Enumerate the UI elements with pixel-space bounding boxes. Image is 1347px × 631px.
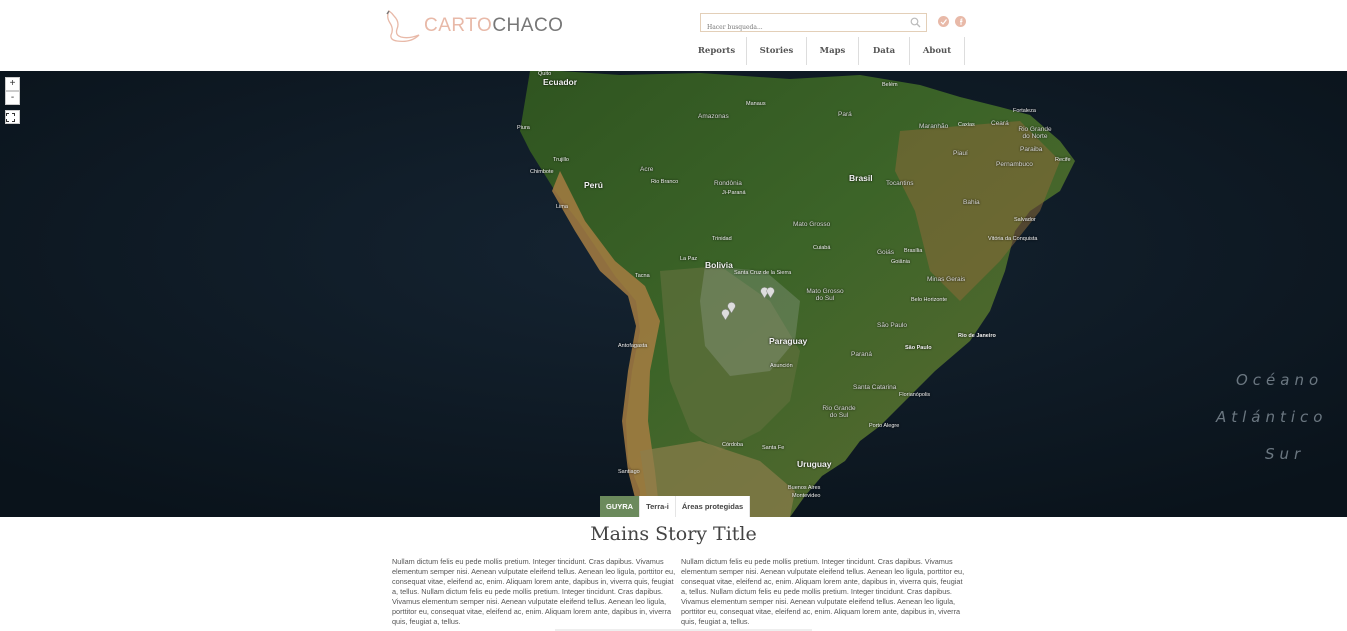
- zoom-out-button[interactable]: -: [5, 91, 20, 105]
- label-piura: Piura: [517, 125, 530, 131]
- search-input[interactable]: [701, 19, 901, 36]
- tab-terra-i[interactable]: Terra-i: [640, 496, 676, 517]
- nav-maps[interactable]: Maps: [807, 37, 859, 65]
- story-section: Mains Story Title Nullam dictum felis eu…: [0, 517, 1347, 631]
- label-pernambuco: Pernambuco: [996, 161, 1033, 168]
- label-salvador: Salvador: [1014, 217, 1036, 223]
- label-manaus: Manaus: [746, 101, 766, 107]
- label-cordoba: Córdoba: [722, 442, 744, 448]
- label-brasilia: Brasília: [904, 248, 923, 254]
- label-florianopolis: Florianópolis: [899, 392, 931, 398]
- label-fortaleza: Fortaleza: [1013, 108, 1036, 114]
- label-maranhao: Maranhão: [919, 123, 949, 130]
- search-box: [700, 13, 927, 36]
- map-marker-icon[interactable]: [721, 309, 730, 320]
- ocean-label-line2: Atlántico: [1216, 408, 1328, 426]
- ocean-label-line3: Sur: [1265, 445, 1306, 463]
- fullscreen-icon: [6, 113, 15, 122]
- label-goias: Goiás: [877, 249, 894, 256]
- facebook-icon[interactable]: [955, 16, 966, 27]
- label-chimbote: Chimbote: [530, 169, 554, 175]
- label-sao-paulo-city: São Paulo: [905, 345, 932, 351]
- label-antofagasta: Antofagasta: [618, 343, 648, 349]
- search-icon[interactable]: [910, 17, 921, 28]
- twitter-icon[interactable]: [938, 16, 949, 27]
- logo-text-chaco: CHACO: [492, 15, 564, 36]
- label-trinidad: Trinidad: [712, 236, 732, 242]
- label-asuncion: Asunción: [770, 363, 793, 369]
- label-belem: Belém: [882, 82, 898, 88]
- flamingo-logo-icon: [386, 10, 420, 43]
- label-vitoria-da-conquista: Vitória da Conquista: [988, 236, 1038, 242]
- map-view[interactable]: Ecuador Quito Belém Manaus Amazonas Pará…: [0, 71, 1347, 517]
- label-belo-horizonte: Belo Horizonte: [911, 297, 948, 303]
- site-header: CARTOCHACO Reports Stories Maps Data Abo…: [0, 0, 1347, 71]
- nav-stories[interactable]: Stories: [747, 37, 807, 65]
- site-logo[interactable]: CARTOCHACO: [385, 8, 563, 44]
- label-santiago: Santiago: [618, 469, 640, 475]
- label-la-paz: La Paz: [680, 256, 698, 262]
- story-title: Mains Story Title: [590, 523, 757, 545]
- label-buenos-aires: Buenos Aires: [788, 485, 821, 491]
- label-bolivia: Bolivia: [705, 260, 733, 270]
- label-recife: Recife: [1055, 157, 1071, 163]
- label-paraiba: Paraiba: [1020, 146, 1043, 153]
- zoom-in-button[interactable]: +: [5, 77, 20, 91]
- label-tocantins: Tocantins: [886, 180, 914, 187]
- label-lima: Lima: [556, 204, 568, 210]
- nav-about[interactable]: About: [910, 37, 965, 65]
- label-rondonia: Rondônia: [714, 180, 742, 187]
- site-logo-text: CARTOCHACO: [424, 15, 563, 37]
- label-rio-grande-do-norte: Rio Grande do Norte: [1018, 126, 1052, 140]
- label-goiania: Goiânia: [891, 259, 910, 265]
- label-paraguay: Paraguay: [769, 336, 808, 346]
- label-santa-catarina: Santa Catarina: [853, 384, 897, 391]
- label-para: Pará: [838, 111, 852, 118]
- nav-reports[interactable]: Reports: [687, 37, 747, 65]
- label-cuiaba: Cuiabá: [813, 245, 831, 251]
- map-terrain: [0, 71, 1347, 517]
- label-acre: Acre: [640, 166, 654, 173]
- label-sao-paulo-state: São Paulo: [877, 322, 907, 329]
- main-nav: Reports Stories Maps Data About: [687, 37, 965, 65]
- label-peru: Perú: [584, 180, 603, 190]
- label-tacna: Tacna: [635, 273, 650, 279]
- label-rio-grande-do-sul: Rio Grande do Sul: [822, 405, 856, 419]
- label-uruguay: Uruguay: [797, 459, 832, 469]
- fullscreen-button[interactable]: [5, 110, 20, 124]
- label-bahia: Bahia: [963, 199, 980, 206]
- story-column-left: Nullam dictum felis eu pede mollis preti…: [392, 557, 676, 626]
- label-quito: Quito: [538, 71, 552, 77]
- logo-text-carto: CARTO: [424, 15, 493, 36]
- label-minas-gerais: Minas Gerais: [927, 276, 966, 283]
- story-column-right: Nullam dictum felis eu pede mollis preti…: [681, 557, 965, 626]
- label-ji-parana: Ji-Paraná: [722, 190, 746, 196]
- label-ceara: Ceará: [991, 120, 1009, 127]
- tab-areas-protegidas[interactable]: Áreas protegidas: [675, 496, 751, 517]
- map-layer-tabs: GUYRA Terra-i Áreas protegidas: [600, 496, 751, 517]
- label-santa-fe: Santa Fe: [762, 445, 785, 451]
- nav-data[interactable]: Data: [859, 37, 910, 65]
- label-brasil: Brasil: [849, 173, 873, 183]
- label-amazonas: Amazonas: [698, 113, 729, 120]
- label-parana: Paraná: [851, 351, 872, 358]
- label-caxias: Caxias: [958, 122, 975, 128]
- label-mato-grosso-do-sul: Mato Grosso do Sul: [806, 288, 844, 302]
- label-montevideo: Montevideo: [792, 493, 821, 499]
- label-rio-de-janeiro: Rio de Janeiro: [958, 333, 996, 339]
- label-mato-grosso: Mato Grosso: [793, 221, 831, 228]
- ocean-label-line1: Océano: [1236, 371, 1324, 389]
- map-marker-icon[interactable]: [766, 287, 775, 298]
- tab-guyra[interactable]: GUYRA: [600, 496, 641, 517]
- label-trujillo: Trujillo: [553, 157, 569, 163]
- label-ecuador: Ecuador: [543, 77, 578, 87]
- label-piaui: Piauí: [953, 150, 968, 157]
- label-santa-cruz: Santa Cruz de la Sierra: [734, 270, 792, 276]
- label-porto-alegre: Porto Alegre: [869, 423, 900, 429]
- label-rio-branco: Rio Branco: [651, 179, 679, 185]
